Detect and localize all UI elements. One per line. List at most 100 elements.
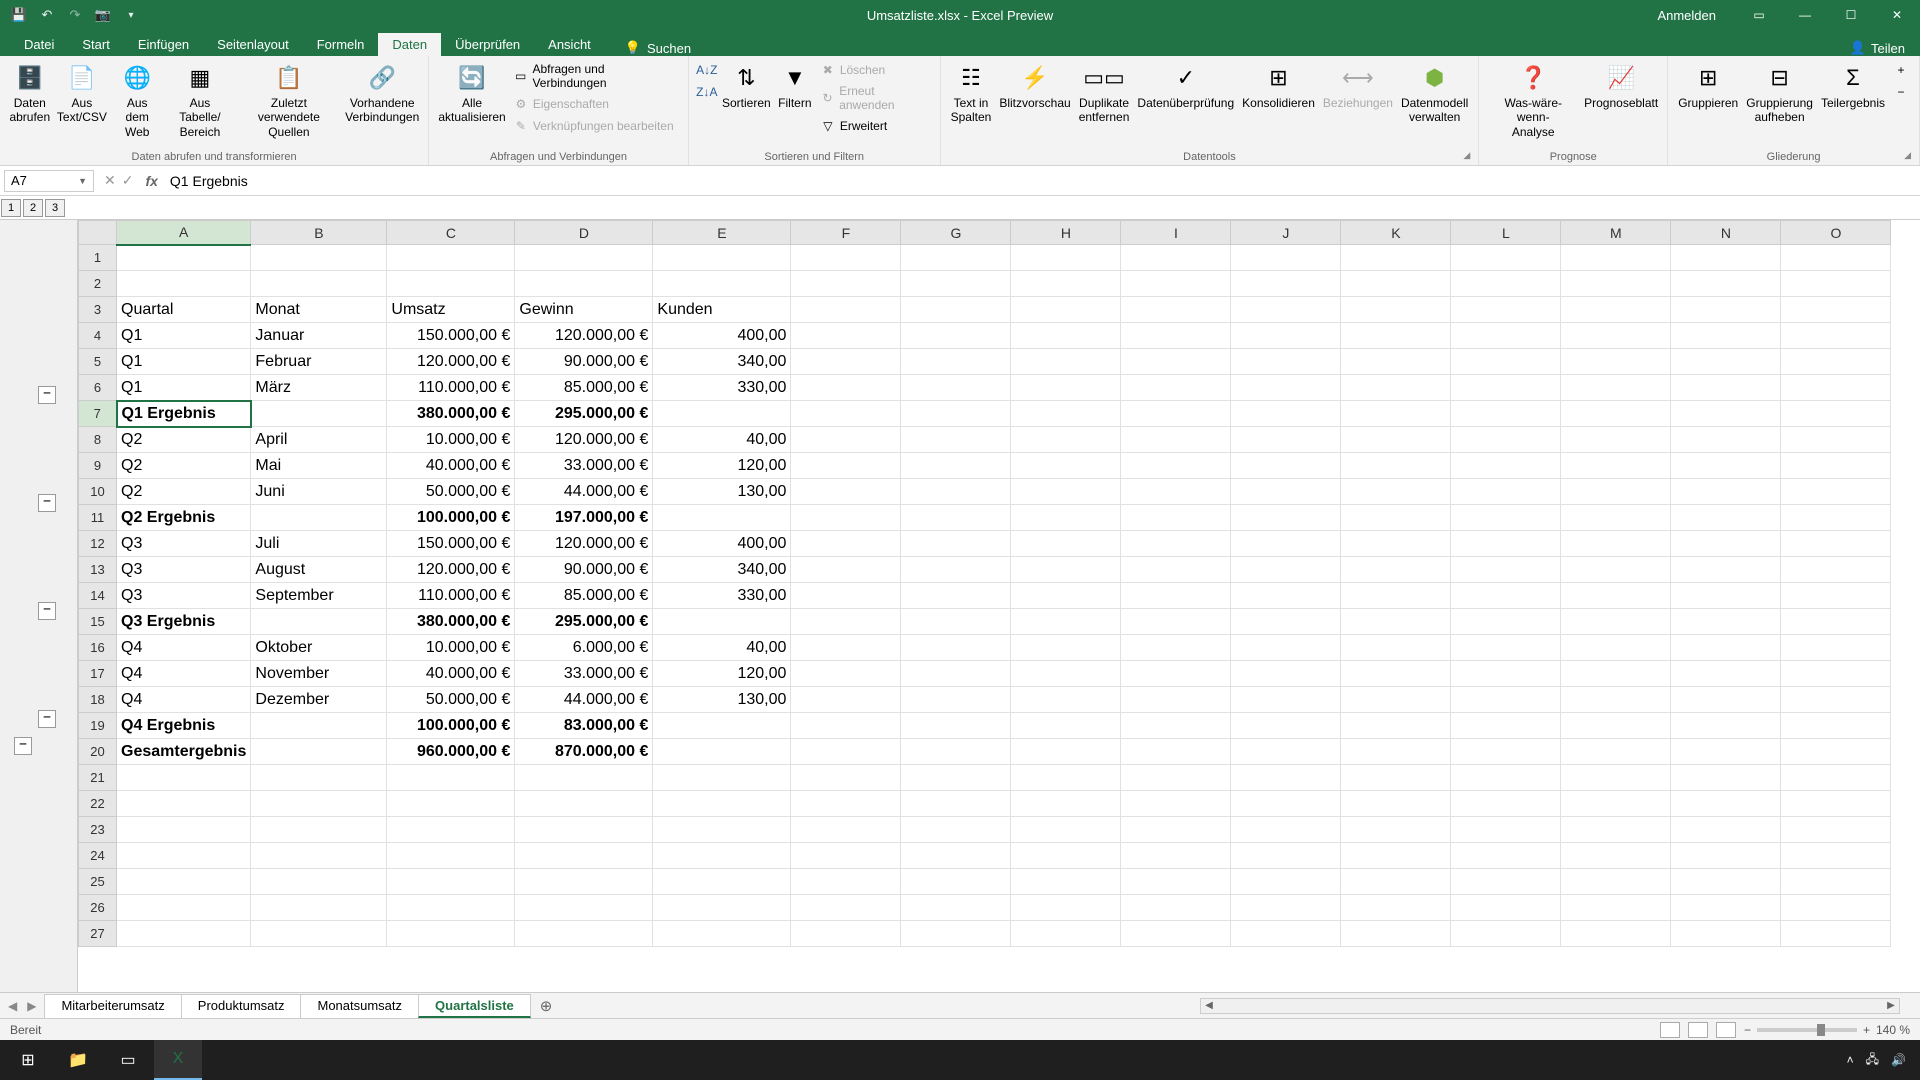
cell[interactable]: [1781, 765, 1891, 791]
cell[interactable]: [1011, 557, 1121, 583]
row-header[interactable]: 14: [79, 583, 117, 609]
cell[interactable]: [1011, 895, 1121, 921]
cell[interactable]: [1781, 401, 1891, 427]
cell[interactable]: [1451, 687, 1561, 713]
subtotal-button[interactable]: ΣTeilergebnis: [1817, 60, 1889, 112]
cell[interactable]: [1781, 557, 1891, 583]
cell[interactable]: [1561, 271, 1671, 297]
cell[interactable]: [1011, 505, 1121, 531]
cell[interactable]: [1781, 349, 1891, 375]
outline-level-3[interactable]: 3: [45, 199, 65, 217]
cell[interactable]: Oktober: [251, 635, 387, 661]
row-header[interactable]: 1: [79, 245, 117, 271]
cell[interactable]: 120.000,00 €: [387, 349, 515, 375]
cell[interactable]: [901, 297, 1011, 323]
cell[interactable]: 40,00: [653, 635, 791, 661]
cell[interactable]: [1011, 713, 1121, 739]
cell[interactable]: November: [251, 661, 387, 687]
cell[interactable]: [1561, 297, 1671, 323]
cell[interactable]: [1671, 349, 1781, 375]
cell[interactable]: [1231, 245, 1341, 271]
cell[interactable]: [1341, 583, 1451, 609]
cell[interactable]: [791, 687, 901, 713]
sheet-tab[interactable]: Monatsumsatz: [300, 994, 419, 1018]
cell[interactable]: [1121, 401, 1231, 427]
cell[interactable]: Q4 Ergebnis: [117, 713, 251, 739]
cell[interactable]: 330,00: [653, 583, 791, 609]
cell[interactable]: [1341, 557, 1451, 583]
column-header[interactable]: G: [901, 221, 1011, 245]
cell[interactable]: 150.000,00 €: [387, 531, 515, 557]
cell[interactable]: [1671, 609, 1781, 635]
cell[interactable]: [1011, 817, 1121, 843]
page-layout-view-button[interactable]: [1688, 1022, 1708, 1038]
cell[interactable]: [1451, 557, 1561, 583]
cell[interactable]: Q3: [117, 531, 251, 557]
sheet-nav-prev-icon[interactable]: ◀: [8, 999, 17, 1013]
excel-taskbar-button[interactable]: X: [154, 1040, 202, 1080]
cell[interactable]: [1561, 765, 1671, 791]
cell[interactable]: [1011, 375, 1121, 401]
page-break-view-button[interactable]: [1716, 1022, 1736, 1038]
cell[interactable]: 90.000,00 €: [515, 349, 653, 375]
row-header[interactable]: 19: [79, 713, 117, 739]
cell[interactable]: [791, 531, 901, 557]
cell[interactable]: [1231, 713, 1341, 739]
cell[interactable]: [653, 609, 791, 635]
cell[interactable]: [1231, 271, 1341, 297]
cell[interactable]: [1231, 583, 1341, 609]
cell[interactable]: [1671, 713, 1781, 739]
cell[interactable]: [1781, 245, 1891, 271]
cell[interactable]: 340,00: [653, 349, 791, 375]
cell[interactable]: [901, 531, 1011, 557]
advanced-filter-button[interactable]: ▽Erweitert: [816, 116, 934, 136]
cell[interactable]: [1451, 297, 1561, 323]
cell[interactable]: 50.000,00 €: [387, 687, 515, 713]
cell[interactable]: [1231, 297, 1341, 323]
cell[interactable]: [117, 869, 251, 895]
cell[interactable]: [1011, 297, 1121, 323]
cell[interactable]: [1781, 687, 1891, 713]
cell[interactable]: [1231, 817, 1341, 843]
row-header[interactable]: 12: [79, 531, 117, 557]
cell[interactable]: [117, 817, 251, 843]
cell[interactable]: [1121, 375, 1231, 401]
cell[interactable]: [1341, 817, 1451, 843]
cell[interactable]: [1671, 921, 1781, 947]
cell[interactable]: [1671, 271, 1781, 297]
cell[interactable]: Gesamtergebnis: [117, 739, 251, 765]
ribbon-display-icon[interactable]: ▭: [1736, 0, 1782, 30]
cell[interactable]: [1011, 739, 1121, 765]
column-header[interactable]: A: [117, 221, 251, 245]
cell[interactable]: [1341, 375, 1451, 401]
cell[interactable]: [1341, 505, 1451, 531]
cell[interactable]: [1561, 817, 1671, 843]
cell[interactable]: [1121, 713, 1231, 739]
cell[interactable]: 40.000,00 €: [387, 453, 515, 479]
cell[interactable]: [1671, 531, 1781, 557]
cell[interactable]: Q1: [117, 349, 251, 375]
cell[interactable]: [791, 609, 901, 635]
cell[interactable]: 100.000,00 €: [387, 713, 515, 739]
cell[interactable]: [1121, 661, 1231, 687]
cell[interactable]: [653, 791, 791, 817]
cell[interactable]: [1561, 245, 1671, 271]
cell[interactable]: 295.000,00 €: [515, 609, 653, 635]
cell[interactable]: [515, 869, 653, 895]
cell[interactable]: Dezember: [251, 687, 387, 713]
cell[interactable]: [1561, 609, 1671, 635]
cell[interactable]: [791, 895, 901, 921]
cell[interactable]: [901, 271, 1011, 297]
cell[interactable]: [1451, 271, 1561, 297]
cell[interactable]: Q3: [117, 557, 251, 583]
cell[interactable]: Gewinn: [515, 297, 653, 323]
cell[interactable]: 6.000,00 €: [515, 635, 653, 661]
cell[interactable]: [901, 869, 1011, 895]
cell[interactable]: August: [251, 557, 387, 583]
dialog-launcher-icon[interactable]: ◢: [1904, 150, 1911, 161]
cell[interactable]: 120,00: [653, 661, 791, 687]
cell[interactable]: [1671, 817, 1781, 843]
cell[interactable]: [1561, 739, 1671, 765]
cell[interactable]: [791, 401, 901, 427]
cell[interactable]: 44.000,00 €: [515, 687, 653, 713]
